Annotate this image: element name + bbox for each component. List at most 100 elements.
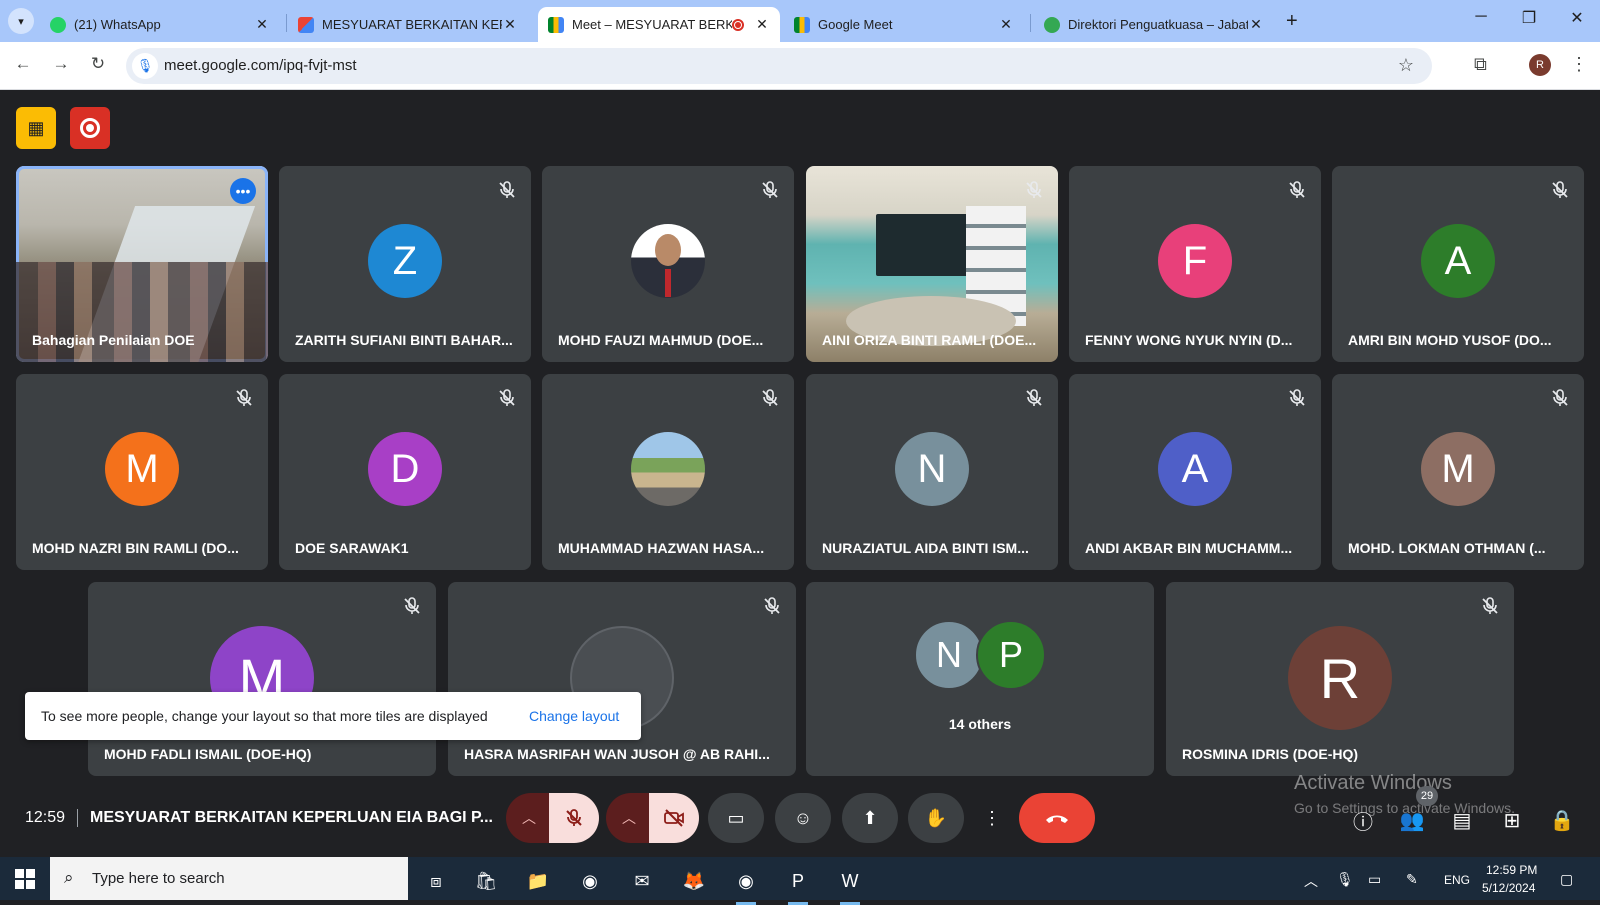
tray-microphone-icon[interactable]: 🎙 [1336, 871, 1354, 888]
reload-icon[interactable]: ↻ [87, 54, 109, 74]
change-layout-link[interactable]: Change layout [529, 708, 619, 724]
windows-taskbar: ⌕ Type here to search ⧈ 🛍 📁 ◉ ✉ 🦊 ◉ P W … [0, 857, 1600, 905]
tab-direktori[interactable]: Direktori Penguatkuasa – Jabat ✕ [1034, 7, 1274, 42]
muted-microphone-icon [1024, 180, 1044, 200]
close-icon[interactable]: ✕ [754, 16, 770, 33]
more-options-button[interactable]: ⋮ [977, 793, 1007, 843]
window-close-icon[interactable]: ✕ [1562, 8, 1592, 28]
participant-tile[interactable]: A AMRI BIN MOHD YUSOF (DO... [1332, 166, 1584, 362]
restore-icon[interactable]: ❐ [1514, 8, 1544, 28]
participant-tile[interactable]: M MOHD FADLI ISMAIL (DOE-HQ) [88, 582, 436, 776]
forward-arrow-icon[interactable]: → [50, 54, 72, 74]
microphone-off-button[interactable] [549, 793, 599, 843]
participant-avatar: D [368, 432, 442, 506]
participant-tile[interactable]: M MOHD. LOKMAN OTHMAN (... [1332, 374, 1584, 570]
taskbar-clock-date[interactable]: 5/12/2024 [1482, 881, 1535, 895]
reactions-button[interactable]: ☺ [775, 793, 831, 843]
microsoft-store-icon[interactable]: 🛍 [468, 863, 504, 899]
battery-icon[interactable]: ▭ [1368, 871, 1381, 888]
word-icon[interactable]: W [832, 863, 868, 905]
participant-tile[interactable]: A ANDI AKBAR BIN MUCHAMM... [1069, 374, 1321, 570]
meeting-info-icon[interactable]: ⓘ [1349, 806, 1377, 834]
tab-whatsapp[interactable]: (21) WhatsApp ✕ [40, 7, 280, 42]
tab-gmail[interactable]: MESYUARAT BERKAITAN KEPER ✕ [288, 7, 528, 42]
camera-off-button[interactable] [649, 793, 699, 843]
tab-title: Meet – MESYUARAT BERKAI [572, 17, 732, 32]
tab-meet-active[interactable]: Meet – MESYUARAT BERKAI ✕ [538, 7, 780, 42]
participant-avatar: R [1288, 626, 1392, 730]
participant-name: ZARITH SUFIANI BINTI BAHAR... [295, 332, 513, 348]
muted-microphone-icon [234, 388, 254, 408]
muted-microphone-icon [760, 388, 780, 408]
others-count-label: 14 others [948, 716, 1012, 732]
notifications-icon[interactable]: ▢ [1560, 871, 1573, 888]
input-language[interactable]: ENG [1444, 873, 1470, 887]
microphone-site-icon[interactable]: 🎙 [132, 53, 158, 79]
raise-hand-button[interactable]: ✋ [908, 793, 964, 843]
participant-avatar: Z [368, 224, 442, 298]
tab-title: MESYUARAT BERKAITAN KEPER [322, 17, 502, 32]
close-icon[interactable]: ✕ [254, 16, 270, 33]
taskbar-search-box[interactable]: ⌕ Type here to search [50, 857, 408, 900]
participant-name: MOHD FAUZI MAHMUD (DOE... [558, 332, 764, 348]
people-icon[interactable]: 👥 [1398, 806, 1426, 834]
extensions-puzzle-icon[interactable]: ⧉ [1474, 54, 1487, 75]
new-tab-plus-icon[interactable]: + [1286, 10, 1298, 33]
tab-separator [286, 14, 287, 32]
audio-options-chevron-icon[interactable]: ︿ [506, 793, 552, 843]
participant-tile[interactable]: M MOHD NAZRI BIN RAMLI (DO... [16, 374, 268, 570]
mail-icon[interactable]: ✉ [624, 863, 660, 899]
recording-badge[interactable] [70, 107, 110, 149]
participant-tile[interactable]: MOHD FAUZI MAHMUD (DOE... [542, 166, 794, 362]
powerpoint-icon[interactable]: P [780, 863, 816, 905]
chrome-profile-icon[interactable]: ◉ [728, 863, 764, 905]
captions-button[interactable]: ▭ [708, 793, 764, 843]
muted-microphone-icon [1287, 180, 1307, 200]
leave-call-button[interactable] [1019, 793, 1095, 843]
participant-name: AINI ORIZA BINTI RAMLI (DOE... [822, 332, 1037, 348]
activities-badge-icon[interactable]: ▦ [16, 107, 56, 149]
firefox-icon[interactable]: 🦊 [676, 863, 712, 899]
others-avatar: N [914, 620, 984, 690]
search-placeholder[interactable]: Type here to search [92, 870, 225, 887]
taskbar-clock-time[interactable]: 12:59 PM [1486, 863, 1537, 877]
address-bar[interactable]: 🎙 meet.google.com/ipq-fvjt-mst ☆ [126, 48, 1432, 84]
tile-more-options-icon[interactable]: ••• [230, 178, 256, 204]
tab-search-chevron-icon[interactable]: ▾ [8, 8, 34, 34]
participant-tile[interactable]: AINI ORIZA BINTI RAMLI (DOE... [806, 166, 1058, 362]
participant-tile[interactable]: ••• Bahagian Penilaian DOE [16, 166, 268, 362]
microphone-off-icon [566, 809, 582, 826]
participant-tile[interactable]: N NURAZIATUL AIDA BINTI ISM... [806, 374, 1058, 570]
close-icon[interactable]: ✕ [1248, 16, 1264, 33]
participant-tile[interactable]: Z ZARITH SUFIANI BINTI BAHAR... [279, 166, 531, 362]
url-text[interactable]: meet.google.com/ipq-fvjt-mst [164, 57, 357, 74]
participant-tile[interactable]: MUHAMMAD HAZWAN HASA... [542, 374, 794, 570]
participant-tile[interactable]: D DOE SARAWAK1 [279, 374, 531, 570]
file-explorer-icon[interactable]: 📁 [520, 863, 556, 899]
activities-icon[interactable]: ⊞ [1498, 806, 1526, 834]
minimize-icon[interactable]: ─ [1466, 8, 1496, 26]
windows-start-icon[interactable] [15, 869, 35, 889]
close-icon[interactable]: ✕ [998, 16, 1014, 33]
participant-tile[interactable]: F FENNY WONG NYUK NYIN (D... [1069, 166, 1321, 362]
participant-tile[interactable]: HASRA MASRIFAH WAN JUSOH @ AB RAHI... [448, 582, 796, 776]
chrome-icon[interactable]: ◉ [572, 863, 608, 899]
tab-google-meet[interactable]: Google Meet ✕ [784, 7, 1024, 42]
browser-menu-icon[interactable]: ⋮ [1570, 54, 1588, 75]
close-icon[interactable]: ✕ [502, 16, 518, 33]
muted-microphone-icon [1287, 388, 1307, 408]
bookmark-star-icon[interactable]: ☆ [1398, 55, 1414, 76]
host-controls-lock-icon[interactable]: 🔒 [1548, 806, 1576, 834]
tray-chevron-up-icon[interactable]: ︿ [1304, 871, 1318, 891]
present-screen-button[interactable]: ⬆ [842, 793, 898, 843]
task-view-icon[interactable]: ⧈ [418, 863, 454, 899]
participant-avatar: M [1421, 432, 1495, 506]
back-arrow-icon[interactable]: ← [12, 54, 34, 74]
pen-icon[interactable]: ✎ [1406, 871, 1418, 888]
participant-tile[interactable]: R ROSMINA IDRIS (DOE-HQ) [1166, 582, 1514, 776]
video-options-chevron-icon[interactable]: ︿ [606, 793, 652, 843]
more-vertical-icon: ⋮ [983, 807, 1001, 828]
chat-icon[interactable]: ▤ [1448, 806, 1476, 834]
participant-tile[interactable]: N P 14 others [806, 582, 1154, 776]
profile-avatar[interactable]: R [1529, 54, 1551, 76]
